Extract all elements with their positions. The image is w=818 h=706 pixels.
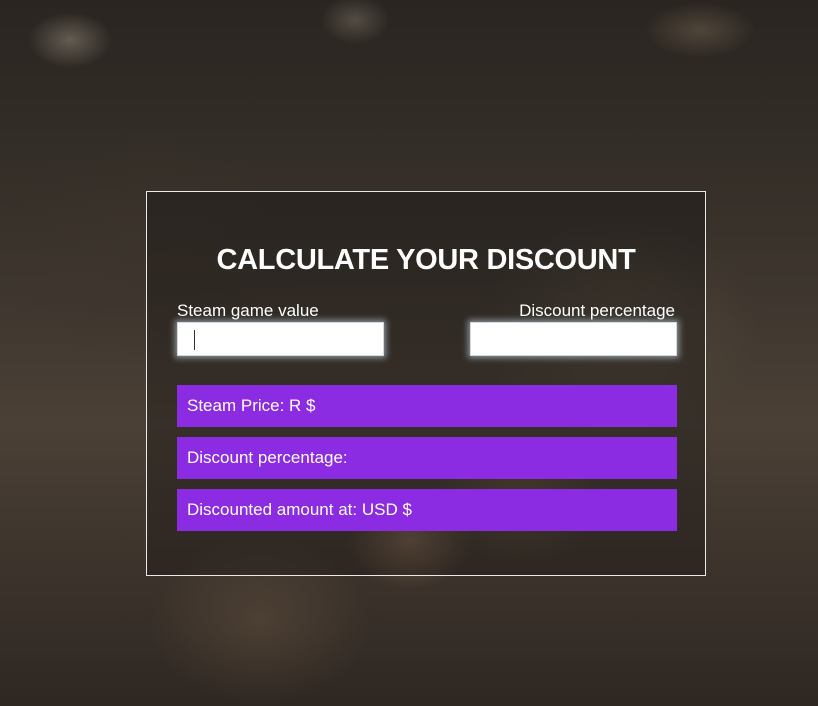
discount-calculator-card: CALCULATE YOUR DISCOUNT Steam game value… bbox=[146, 191, 706, 576]
discount-percentage-input[interactable] bbox=[470, 322, 677, 356]
discount-percentage-result: Discount percentage: bbox=[177, 437, 677, 479]
game-value-input[interactable] bbox=[177, 322, 384, 356]
page-title: CALCULATE YOUR DISCOUNT bbox=[216, 244, 636, 276]
game-value-label: Steam game value bbox=[177, 301, 319, 320]
discounted-amount-result: Discounted amount at: USD $ bbox=[177, 489, 677, 531]
steam-price-result: Steam Price: R $ bbox=[177, 385, 677, 427]
discount-percentage-label: Discount percentage bbox=[519, 301, 675, 320]
text-cursor bbox=[194, 330, 195, 350]
